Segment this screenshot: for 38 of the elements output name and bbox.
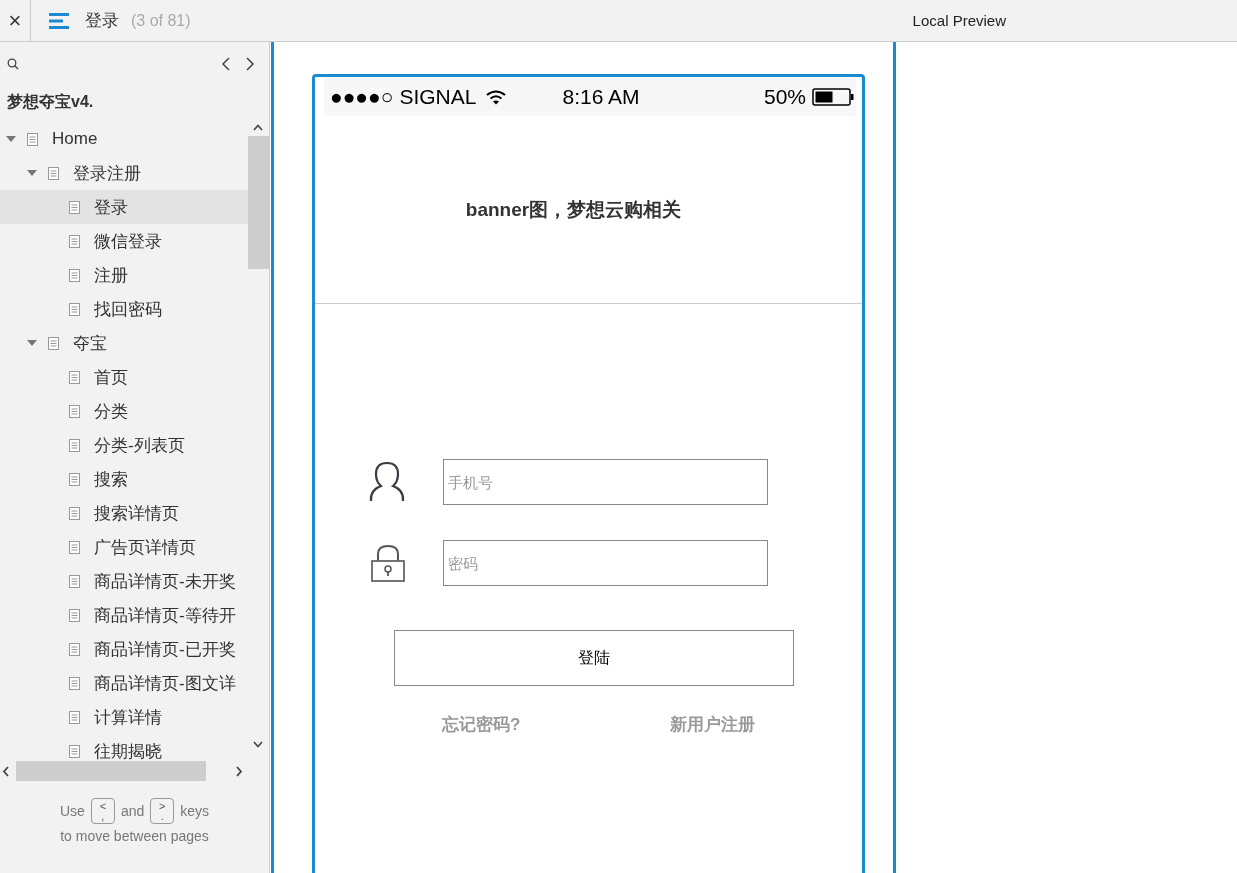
hint-text: Use — [59, 803, 85, 819]
tree-item[interactable]: 找回密码 — [0, 292, 248, 326]
login-button[interactable]: 登陆 — [394, 630, 794, 686]
page-title: 登录 — [85, 10, 119, 32]
banner-text: banner图，梦想云购相关 — [465, 197, 682, 222]
tree-item[interactable]: 商品详情页-未开奖 — [0, 564, 248, 598]
tree-item[interactable]: 分类-列表页 — [0, 428, 248, 462]
tree-item[interactable]: 往期揭晓 — [0, 734, 248, 760]
hint-text: keys — [180, 803, 210, 819]
project-title: 梦想夺宝v4. — [6, 92, 95, 112]
tree-item[interactable]: 登录 — [0, 190, 248, 224]
page-count: (3 of 81) — [131, 11, 191, 30]
tree-item[interactable]: 搜索 — [0, 462, 248, 496]
signal-dots: ●●●●○ — [330, 85, 394, 109]
tree-item[interactable]: 夺宝 — [0, 326, 248, 360]
tree-item[interactable]: Home — [0, 122, 248, 156]
phone-input-field[interactable]: 手机号 — [443, 459, 768, 505]
hint-text: and — [120, 803, 145, 819]
preview-title: Local Preview — [912, 12, 1006, 29]
tree-item[interactable]: 微信登录 — [0, 224, 248, 258]
tree-item[interactable]: 商品详情页-图文详 — [0, 666, 248, 700]
tree-item[interactable]: 商品详情页-等待开 — [0, 598, 248, 632]
status-time: 8:16 AM — [562, 85, 640, 109]
hint-text: to move between pages — [60, 828, 209, 844]
tree-item[interactable]: 搜索详情页 — [0, 496, 248, 530]
password-input-field[interactable]: 密码 — [443, 540, 768, 586]
tree-item[interactable]: 注册 — [0, 258, 248, 292]
key-cap: < , — [90, 798, 115, 824]
tree-item[interactable]: 分类 — [0, 394, 248, 428]
tree-item[interactable]: 商品详情页-已开奖 — [0, 632, 248, 666]
key-cap: > . — [150, 798, 175, 824]
tree-item[interactable]: 登录注册 — [0, 156, 248, 190]
tree-item[interactable]: 首页 — [0, 360, 248, 394]
close-button[interactable]: × — [8, 9, 22, 32]
carrier-name: SIGNAL — [399, 85, 477, 109]
tree-item[interactable]: 计算详情 — [0, 700, 248, 734]
tree-item[interactable]: 广告页详情页 — [0, 530, 248, 564]
battery-percent: 50% — [763, 85, 806, 109]
